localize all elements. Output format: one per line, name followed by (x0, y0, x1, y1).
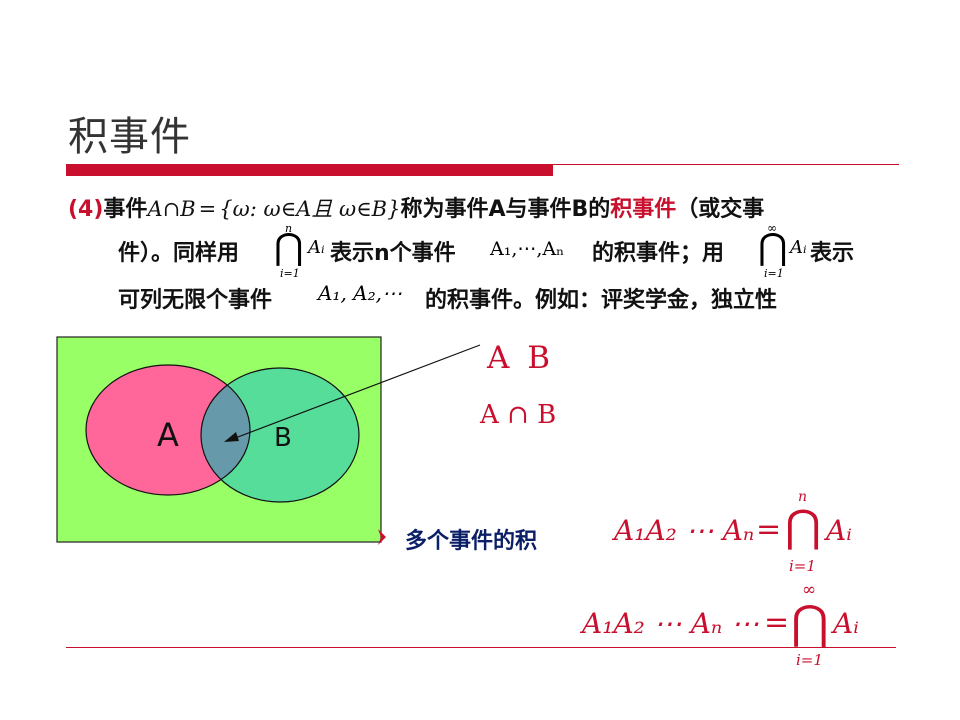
ab-notation: A B (487, 340, 555, 376)
bullet-label: 多个事件的积 (405, 529, 538, 554)
bottom-rule-line (66, 647, 896, 648)
eq2-eq: = (764, 605, 790, 640)
cap-notation: A ∩ B (480, 400, 557, 430)
eq2-cap-symbol: ⋂ (791, 595, 829, 649)
eq2-lower: i=1 (796, 651, 823, 669)
set-a-label: A (157, 416, 179, 454)
eq1-cap-symbol: ⋂ (785, 501, 822, 552)
eq1-lower: i=1 (789, 557, 816, 575)
set-b-label: B (274, 423, 292, 453)
eq2-body: Aᵢ (833, 607, 859, 640)
eq1-lhs: A₁A₂ ⋯ Aₙ (614, 514, 755, 547)
eq1-body: Aᵢ (826, 514, 852, 547)
eq1-eq: = (756, 512, 782, 547)
eq2-lhs: A₁A₂ ⋯ Aₙ ⋯ (582, 607, 760, 640)
